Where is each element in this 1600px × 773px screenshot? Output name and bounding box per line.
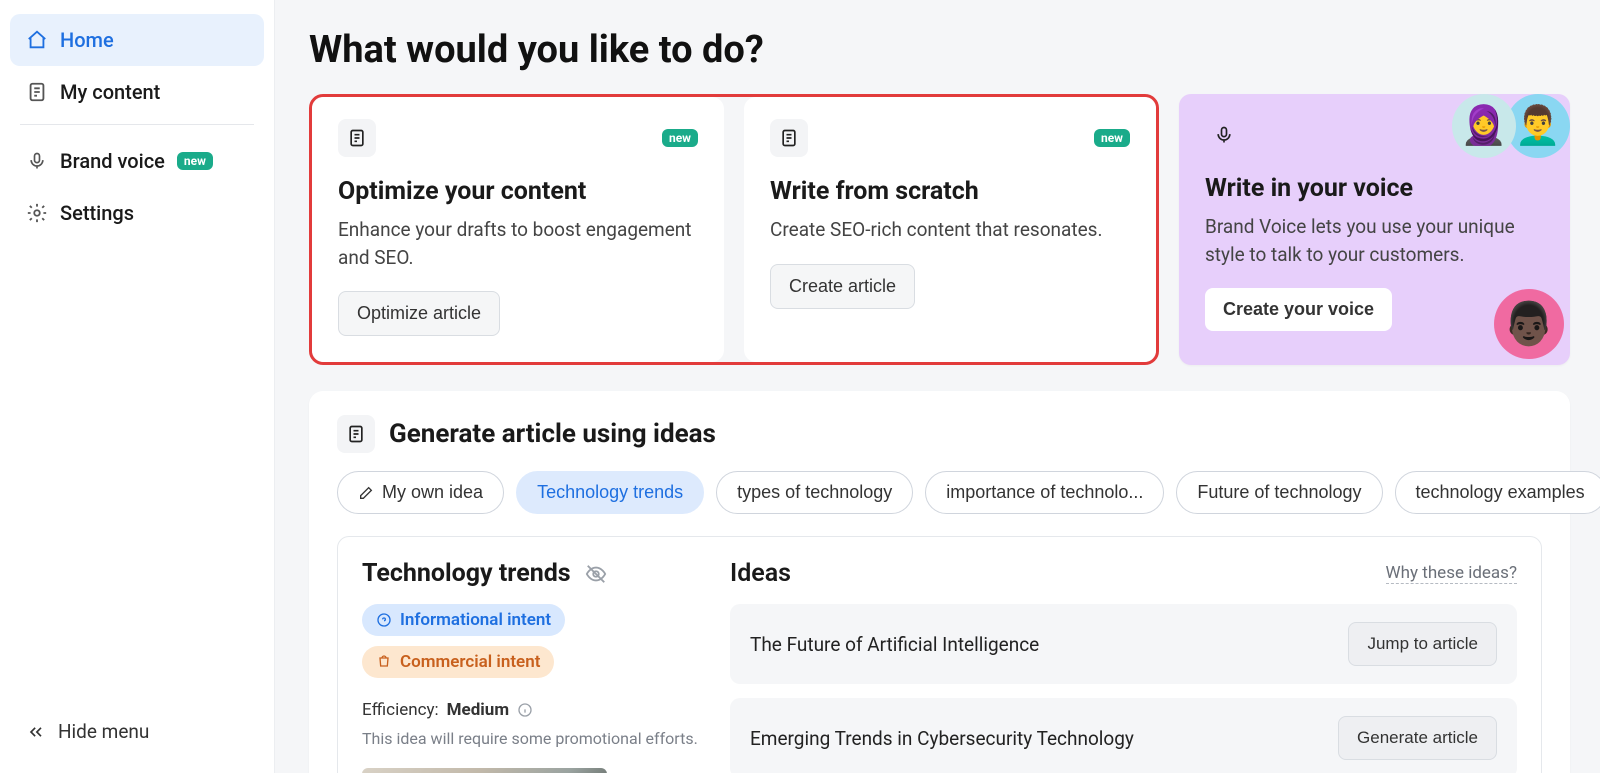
idea-text: Emerging Trends in Cybersecurity Technol… [750,727,1134,750]
generate-title: Generate article using ideas [389,419,716,449]
card-brand-voice[interactable]: 🧕 👨‍🦱 Write in your voice Brand Voice le… [1179,94,1570,365]
chip-label: My own idea [382,482,483,503]
chip-label: types of technology [737,482,892,503]
sidebar-item-brand-voice[interactable]: Brand voice new [10,135,264,187]
efficiency-label: Efficiency: [362,700,439,720]
microphone-icon [26,150,48,172]
avatar: 🧕 [1452,94,1516,158]
chip-label: Technology trends [537,482,683,503]
nav-list: Home My content [10,14,264,118]
chip-future-of-technology[interactable]: Future of technology [1176,471,1382,514]
card-title: Write in your voice [1205,174,1544,203]
annotated-card-group: new Optimize your content Enhance your d… [309,94,1159,365]
jump-to-article-button[interactable]: Jump to article [1348,622,1497,666]
new-badge: new [1094,129,1130,147]
sidebar-item-label: Brand voice [60,149,165,173]
intent-commercial-badge: Commercial intent [362,646,554,678]
card-title: Write from scratch [770,177,1130,206]
new-badge: new [177,152,213,170]
pencil-icon [358,485,374,501]
sidebar: Home My content Brand voice new Settings [0,0,275,773]
card-write-from-scratch[interactable]: new Write from scratch Create SEO-rich c… [744,97,1156,362]
chip-technology-trends[interactable]: Technology trends [516,471,704,514]
chip-importance-of-technology[interactable]: importance of technolo... [925,471,1164,514]
gear-icon [26,202,48,224]
topic-title: Technology trends [362,559,571,588]
generate-body: Technology trends Informational intent C… [337,536,1542,773]
nav-separator [20,124,254,125]
document-icon [770,119,808,157]
topic-preview-image [362,768,607,773]
topic-chips: My own idea Technology trends types of t… [337,471,1542,514]
ideas-panel: Ideas Why these ideas? The Future of Art… [730,559,1517,773]
create-your-voice-button[interactable]: Create your voice [1205,288,1392,331]
card-optimize[interactable]: new Optimize your content Enhance your d… [312,97,724,362]
card-title: Optimize your content [338,177,698,206]
main-content: What would you like to do? new Optimize … [275,0,1600,773]
ideas-title: Ideas [730,559,791,588]
chip-types-of-technology[interactable]: types of technology [716,471,913,514]
intent-label: Commercial intent [400,652,540,672]
sidebar-item-label: Home [60,28,114,52]
optimize-article-button[interactable]: Optimize article [338,291,500,336]
document-icon [26,81,48,103]
eye-off-icon[interactable] [585,563,607,585]
efficiency-note: This idea will require some promotional … [362,728,702,750]
sidebar-item-label: Settings [60,201,134,225]
intent-label: Informational intent [400,610,551,630]
chip-label: importance of technolo... [946,482,1143,503]
create-article-button[interactable]: Create article [770,264,915,309]
new-badge: new [662,129,698,147]
document-icon [338,119,376,157]
document-icon [337,415,375,453]
card-description: Create SEO-rich content that resonates. [770,216,1130,244]
avatar: 👨🏿 [1494,289,1564,359]
info-icon[interactable] [517,702,533,718]
generate-header: Generate article using ideas [337,415,1542,453]
card-header: new [770,119,1130,157]
topic-details: Technology trends Informational intent C… [362,559,702,773]
idea-row: The Future of Artificial Intelligence Ju… [730,604,1517,684]
intent-informational-badge: Informational intent [362,604,565,636]
card-header: new [338,119,698,157]
nav-list-secondary: Brand voice new Settings [10,135,264,239]
sidebar-item-my-content[interactable]: My content [10,66,264,118]
chip-technology-examples[interactable]: technology examples [1395,471,1600,514]
microphone-icon [1205,116,1243,154]
chevron-double-left-icon [26,722,46,742]
home-icon [26,29,48,51]
efficiency-row: Efficiency: Medium [362,700,702,720]
cards-row: new Optimize your content Enhance your d… [309,94,1570,365]
chip-label: technology examples [1416,482,1585,503]
sidebar-item-label: My content [60,80,160,104]
card-description: Brand Voice lets you use your unique sty… [1205,213,1544,268]
hide-menu-button[interactable]: Hide menu [10,704,264,759]
chip-my-own-idea[interactable]: My own idea [337,471,504,514]
card-description: Enhance your drafts to boost engagement … [338,216,698,271]
why-these-ideas-link[interactable]: Why these ideas? [1386,563,1517,584]
efficiency-value: Medium [447,700,509,720]
page-title: What would you like to do? [309,28,1570,72]
sidebar-item-home[interactable]: Home [10,14,264,66]
idea-row: Emerging Trends in Cybersecurity Technol… [730,698,1517,773]
sidebar-item-settings[interactable]: Settings [10,187,264,239]
generate-article-button[interactable]: Generate article [1338,716,1497,760]
idea-text: The Future of Artificial Intelligence [750,633,1039,656]
chip-label: Future of technology [1197,482,1361,503]
avatar-group-top: 🧕 👨‍🦱 [1452,94,1570,158]
generate-panel: Generate article using ideas My own idea… [309,391,1570,773]
hide-menu-label: Hide menu [58,720,149,743]
